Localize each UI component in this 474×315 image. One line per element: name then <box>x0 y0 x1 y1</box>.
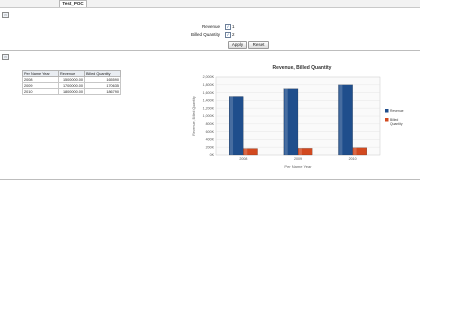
tab-test-poc[interactable]: Test_POC <box>59 0 87 7</box>
prompt-label-revenue: Revenue <box>201 24 220 29</box>
y-tick-label: 1,800K <box>203 83 215 87</box>
legend-swatch <box>385 109 389 113</box>
bar-highlight <box>284 88 288 155</box>
revenue-checkbox[interactable]: ✓ <box>225 24 231 30</box>
x-tick-label: 2010 <box>349 157 357 161</box>
y-tick-label: 1,400K <box>203 99 215 103</box>
chart-title: Revenue, Billed Quantity <box>273 65 332 71</box>
legend-label: Revenue <box>390 109 404 113</box>
bar-highlight <box>244 148 248 155</box>
pivot-table: Per Name Year Revenue Billed Quantity 20… <box>22 70 121 95</box>
x-tick-label: 2008 <box>239 157 247 161</box>
y-tick-label: 200K <box>206 145 215 149</box>
section-toggle-icon[interactable]: ▭ <box>2 12 9 18</box>
billed-quantity-checkbox-value: 2 <box>232 32 235 37</box>
x-axis-label: Per Name Year <box>284 164 312 169</box>
bar-highlight <box>298 148 302 155</box>
y-tick-label: 1,600K <box>203 91 215 95</box>
x-tick-label: 2009 <box>294 157 302 161</box>
table-cell: 2010 <box>22 88 59 95</box>
apply-button[interactable]: Apply <box>228 41 247 49</box>
table-row: 2010 1800000.00 186790 <box>22 88 121 95</box>
revenue-billed-quantity-chart: Revenue, Billed Quantity Revenue, Billed… <box>192 65 404 169</box>
y-tick-label: 400K <box>206 138 215 142</box>
prompt-label-billed-quantity: Billed Quantity <box>190 32 220 37</box>
billed-quantity-checkbox[interactable]: ✓ <box>225 32 231 38</box>
bar-highlight <box>339 84 343 155</box>
y-axis-label: Revenue, Billed Quantity <box>192 96 196 136</box>
y-tick-label: 0K <box>210 153 215 157</box>
reset-button[interactable]: Reset <box>248 41 269 49</box>
table-cell: 1800000.00 <box>58 88 85 95</box>
y-tick-label: 1,200K <box>203 106 215 110</box>
y-tick-label: 800K <box>206 122 215 126</box>
revenue-checkbox-value: 1 <box>232 24 235 29</box>
bar-highlight <box>353 147 357 155</box>
bar-highlight <box>229 96 234 155</box>
section-divider <box>0 179 420 180</box>
table-cell: 186790 <box>84 88 121 95</box>
y-tick-label: 2,000K <box>203 75 215 79</box>
section-divider <box>0 50 420 51</box>
y-tick-label: 1,000K <box>203 114 215 118</box>
section-toggle-icon[interactable]: ▭ <box>2 54 9 60</box>
y-tick-label: 600K <box>206 130 215 134</box>
legend-label: Billed Quantity <box>390 118 403 126</box>
legend-swatch <box>385 118 389 122</box>
